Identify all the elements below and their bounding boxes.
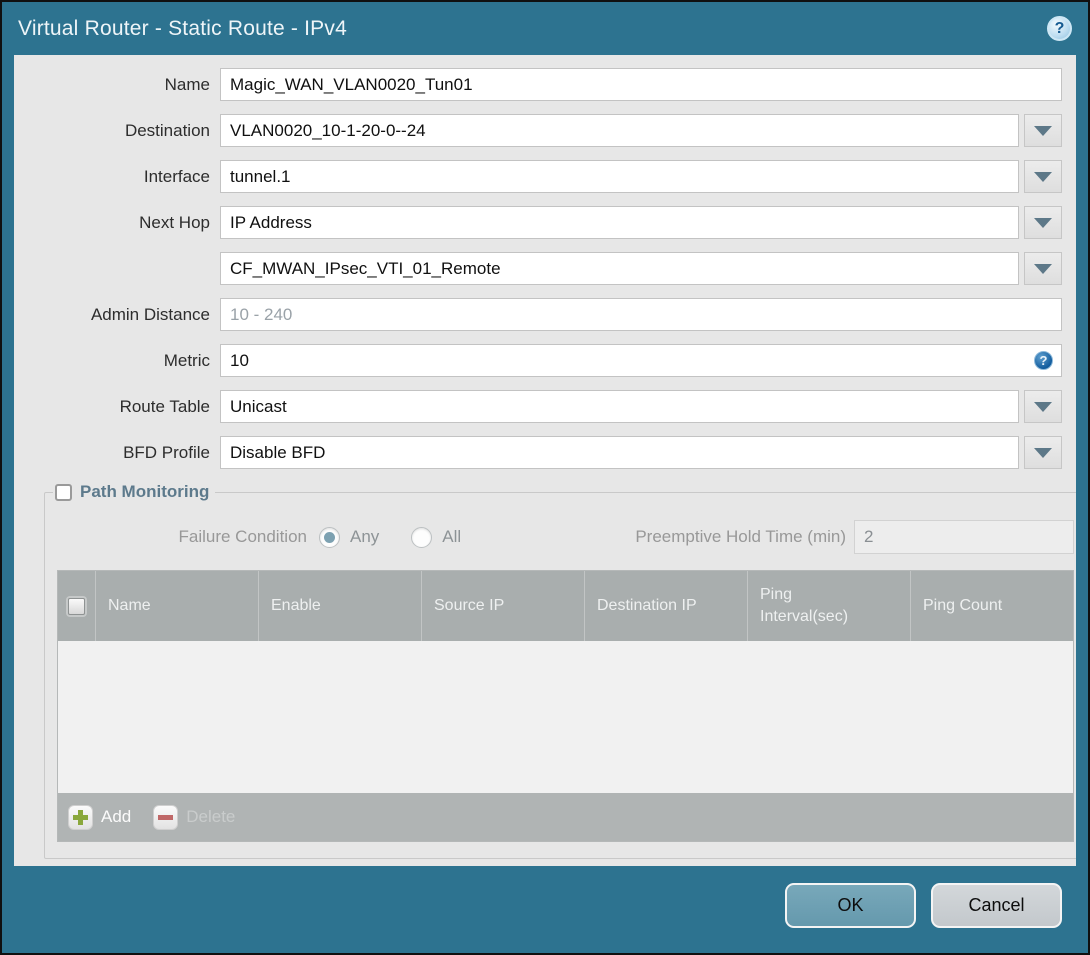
- next-hop-type-dropdown-button[interactable]: [1024, 206, 1062, 239]
- add-button-label: Add: [101, 807, 132, 826]
- dialog-title: Virtual Router - Static Route - IPv4: [18, 16, 347, 40]
- form-row-bfd-profile: BFD Profile: [28, 436, 1062, 469]
- destination-dropdown-button[interactable]: [1024, 114, 1062, 147]
- admin-distance-input[interactable]: [220, 298, 1062, 331]
- failure-condition-label: Failure Condition: [178, 527, 307, 546]
- destination-label: Destination: [124, 120, 210, 140]
- table-header-source-ip[interactable]: Source IP: [421, 571, 584, 641]
- metric-help-icon[interactable]: ?: [1034, 351, 1053, 370]
- next-hop-address-dropdown-button[interactable]: [1024, 252, 1062, 285]
- chevron-down-icon: [1034, 125, 1052, 136]
- route-table-input[interactable]: [220, 390, 1019, 423]
- table-body-empty[interactable]: [58, 641, 1073, 793]
- form-row-admin-distance: Admin Distance: [28, 298, 1062, 331]
- failure-condition-all-option[interactable]: All: [411, 526, 462, 548]
- route-table-dropdown-button[interactable]: [1024, 390, 1062, 423]
- table-header-name[interactable]: Name: [95, 571, 258, 641]
- path-monitoring-legend: Path Monitoring: [53, 482, 215, 502]
- destination-input[interactable]: [220, 114, 1019, 147]
- delete-icon: [153, 804, 179, 830]
- next-hop-type-input[interactable]: [220, 206, 1019, 239]
- path-monitoring-checkbox[interactable]: [55, 483, 72, 501]
- radio-unselected-icon: [411, 526, 433, 548]
- path-monitoring-title: Path Monitoring: [80, 482, 210, 501]
- table-footer-toolbar: Add Delete: [58, 793, 1073, 841]
- chevron-down-icon: [1034, 171, 1052, 182]
- chevron-down-icon: [1034, 401, 1052, 412]
- failure-condition-any-option[interactable]: Any: [319, 526, 380, 548]
- form-row-interface: Interface: [28, 160, 1062, 193]
- name-label: Name: [164, 74, 210, 94]
- dialog-titlebar: Virtual Router - Static Route - IPv4 ?: [2, 2, 1088, 55]
- form-row-next-hop: Next Hop: [28, 206, 1062, 239]
- preemptive-hold-time-label: Preemptive Hold Time (min): [635, 527, 846, 546]
- chevron-down-icon: [1034, 217, 1052, 228]
- chevron-down-icon: [1034, 263, 1052, 274]
- dialog-footer: OK Cancel: [2, 866, 1088, 953]
- delete-button-label: Delete: [186, 807, 236, 826]
- path-monitoring-table: Name Enable Source IP Destination IP Pin…: [57, 570, 1074, 842]
- help-icon[interactable]: ?: [1047, 16, 1072, 41]
- form-row-destination: Destination: [28, 114, 1062, 147]
- dialog-body: Name Destination Interface Next Hop: [14, 55, 1076, 866]
- form-row-route-table: Route Table: [28, 390, 1062, 423]
- table-header-ping-count[interactable]: Ping Count: [910, 571, 1073, 641]
- next-hop-label: Next Hop: [139, 212, 210, 232]
- table-header-destination-ip[interactable]: Destination IP: [584, 571, 747, 641]
- interface-label: Interface: [143, 166, 210, 186]
- admin-distance-label: Admin Distance: [90, 304, 210, 324]
- metric-label: Metric: [163, 350, 210, 370]
- static-route-dialog: Virtual Router - Static Route - IPv4 ? N…: [2, 2, 1088, 953]
- table-header-enable[interactable]: Enable: [258, 571, 421, 641]
- next-hop-address-input[interactable]: [220, 252, 1019, 285]
- interface-dropdown-button[interactable]: [1024, 160, 1062, 193]
- table-header-checkbox-cell: [58, 571, 95, 641]
- bfd-profile-dropdown-button[interactable]: [1024, 436, 1062, 469]
- table-header-row: Name Enable Source IP Destination IP Pin…: [58, 571, 1073, 641]
- bfd-profile-input[interactable]: [220, 436, 1019, 469]
- route-table-label: Route Table: [119, 396, 210, 416]
- add-button[interactable]: Add: [68, 804, 132, 830]
- name-input[interactable]: [220, 68, 1062, 101]
- failure-condition-row: Failure Condition Any All Preemptive Hol…: [51, 520, 1076, 554]
- chevron-down-icon: [1034, 447, 1052, 458]
- form-row-name: Name: [28, 68, 1062, 101]
- delete-button[interactable]: Delete: [153, 804, 236, 830]
- preemptive-hold-time-input: [854, 520, 1074, 554]
- radio-selected-icon: [319, 526, 340, 548]
- form-row-next-hop-address: [28, 252, 1062, 285]
- cancel-button[interactable]: Cancel: [931, 883, 1062, 928]
- metric-input[interactable]: [220, 344, 1062, 377]
- failure-condition-all-label: All: [442, 527, 462, 546]
- add-icon: [68, 804, 93, 830]
- ok-button[interactable]: OK: [785, 883, 916, 928]
- bfd-profile-label: BFD Profile: [123, 442, 210, 462]
- form-row-metric: Metric ?: [28, 344, 1062, 377]
- interface-input[interactable]: [220, 160, 1019, 193]
- table-header-ping-interval[interactable]: Ping Interval(sec): [747, 571, 910, 641]
- path-monitoring-section: Path Monitoring Failure Condition Any Al…: [44, 482, 1076, 859]
- select-all-checkbox[interactable]: [68, 597, 85, 615]
- failure-condition-any-label: Any: [350, 527, 380, 546]
